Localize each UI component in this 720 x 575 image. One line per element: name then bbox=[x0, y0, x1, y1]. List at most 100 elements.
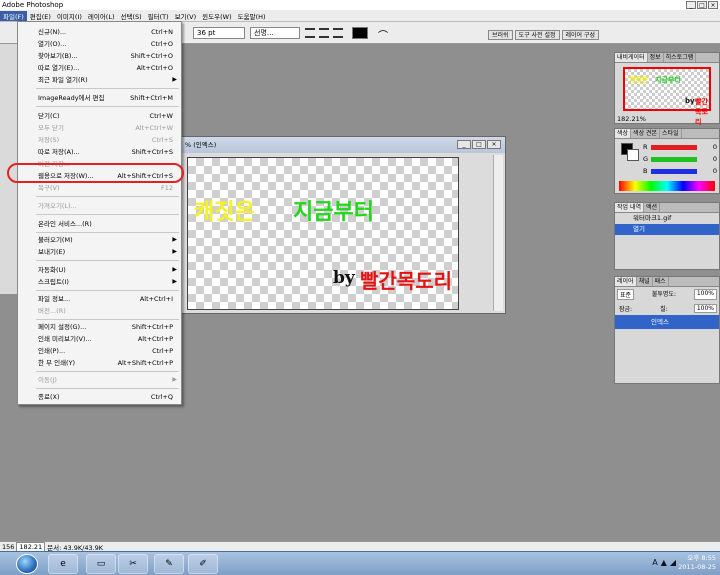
maximize-button[interactable]: □ bbox=[697, 1, 707, 9]
menu-item-file-info[interactable]: 파일 정보... Alt+Ctrl+I bbox=[18, 293, 181, 305]
menu-item-automate[interactable]: 자동화(U) ▶ bbox=[18, 264, 181, 276]
menu-view[interactable]: 보기(V) bbox=[172, 11, 199, 21]
photoshop-icon[interactable]: ✐ bbox=[188, 554, 218, 574]
menu-item-scripts[interactable]: 스크립트(I) ▶ bbox=[18, 276, 181, 288]
align-left-icon[interactable] bbox=[305, 28, 315, 38]
volume-icon[interactable]: ◢ bbox=[670, 558, 676, 567]
menu-item-save-as[interactable]: 따로 저장(A)... Shift+Ctrl+S bbox=[18, 146, 181, 158]
blend-mode-select[interactable]: 표준 bbox=[617, 289, 635, 300]
network-icon[interactable]: ▲ bbox=[661, 558, 667, 567]
font-size-select[interactable]: 36 pt bbox=[193, 27, 245, 39]
paint-icon[interactable]: ✂ bbox=[118, 554, 148, 574]
menu-layer[interactable]: 레이어(L) bbox=[85, 11, 118, 21]
menu-edit[interactable]: 편집(E) bbox=[27, 11, 54, 21]
history-snapshot[interactable]: 워터마크1.gif bbox=[615, 213, 719, 224]
menu-item-edit-imageready[interactable]: ImageReady에서 편집 Shift+Ctrl+M bbox=[18, 92, 181, 104]
document-scrollbar[interactable] bbox=[493, 155, 503, 311]
history-state-open[interactable]: 열기 bbox=[615, 224, 719, 235]
start-button[interactable] bbox=[16, 554, 38, 574]
document-canvas[interactable]: 캐짓은 지금부터 by 빨간목도리 bbox=[187, 157, 459, 310]
menu-item-print[interactable]: 인쇄(P)... Ctrl+P bbox=[18, 345, 181, 357]
menu-filter[interactable]: 필터(T) bbox=[145, 11, 172, 21]
doc-close-button[interactable]: × bbox=[487, 140, 501, 149]
menu-separator bbox=[36, 88, 179, 89]
layers-tabs: 레이어 채널 패스 bbox=[615, 277, 719, 287]
tab-actions[interactable]: 액션 bbox=[644, 203, 661, 212]
menu-image[interactable]: 이미지(I) bbox=[54, 11, 85, 21]
menu-item-print-preview[interactable]: 인쇄 미리보기(V)... Alt+Ctrl+P bbox=[18, 333, 181, 345]
tab-tool-presets[interactable]: 도구 사전 설정 bbox=[514, 30, 560, 40]
clock[interactable]: 오후 8:55 2011-08-25 bbox=[678, 554, 716, 572]
pencil-icon[interactable]: ✎ bbox=[154, 554, 184, 574]
tab-history[interactable]: 작업 내역 bbox=[615, 203, 644, 212]
background-color[interactable] bbox=[627, 149, 639, 161]
menu-item-exit[interactable]: 종료(X) Ctrl+Q bbox=[18, 391, 181, 403]
tab-color[interactable]: 색상 bbox=[615, 129, 632, 138]
tab-navigator[interactable]: 내비게이터 bbox=[615, 53, 648, 62]
menu-separator bbox=[36, 196, 179, 197]
slider-g[interactable] bbox=[651, 156, 697, 162]
menu-item-new[interactable]: 신규(N)... Ctrl+N bbox=[18, 26, 181, 38]
menu-item-browse[interactable]: 찾아보기(B)... Shift+Ctrl+O bbox=[18, 50, 181, 62]
tab-histogram[interactable]: 히스토그램 bbox=[664, 53, 697, 62]
menu-item-save-version[interactable]: 버전 저장... bbox=[18, 158, 181, 170]
tab-layer-comps[interactable]: 레이어 구성 bbox=[561, 30, 600, 40]
menu-file[interactable]: 파일(F) bbox=[0, 10, 27, 21]
navigator-thumbnail[interactable]: 캐짓은 지금부터 by 빨간목도리 bbox=[623, 67, 711, 126]
menu-help[interactable]: 도움말(H) bbox=[235, 11, 269, 21]
menu-item-page-setup[interactable]: 페이지 설정(G)... Shift+Ctrl+P bbox=[18, 321, 181, 333]
tab-brushes[interactable]: 브러쉬 bbox=[488, 30, 513, 40]
antialias-select[interactable]: 선명... bbox=[250, 27, 300, 39]
menu-item-close[interactable]: 닫기(C) Ctrl+W bbox=[18, 110, 181, 122]
menu-window[interactable]: 윈도우(W) bbox=[199, 11, 234, 21]
tab-layers[interactable]: 레이어 bbox=[615, 277, 637, 286]
menu-item-versions[interactable]: 버전...(R) bbox=[18, 305, 181, 317]
menu-item-place[interactable]: 가져오기(L)... bbox=[18, 200, 181, 212]
menu-select[interactable]: 선택(S) bbox=[118, 11, 145, 21]
palette-well: 브러쉬 도구 사전 설정 레이어 구성 bbox=[488, 30, 600, 40]
minimize-button[interactable]: _ bbox=[686, 1, 696, 9]
menu-item-import[interactable]: 불러오기(M) ▶ bbox=[18, 234, 181, 246]
toolbox[interactable] bbox=[0, 44, 18, 294]
layer-item[interactable]: 인덱스 bbox=[615, 315, 719, 329]
menu-item-print-one-copy[interactable]: 한 부 인쇄(Y) Alt+Shift+Ctrl+P bbox=[18, 357, 181, 369]
menu-separator bbox=[36, 106, 179, 107]
ime-icon[interactable]: A bbox=[652, 558, 657, 567]
channel-b: B 0 bbox=[643, 167, 717, 175]
tab-info[interactable]: 정보 bbox=[648, 53, 664, 62]
menu-item-open[interactable]: 열기(O)... Ctrl+O bbox=[18, 38, 181, 50]
menu-item-open-recent[interactable]: 최근 파일 열기(R) ▶ bbox=[18, 74, 181, 86]
menu-item-open-as[interactable]: 따로 열기(E)... Alt+Ctrl+O bbox=[18, 62, 181, 74]
doc-maximize-button[interactable]: □ bbox=[472, 140, 486, 149]
tab-styles[interactable]: 스타일 bbox=[660, 129, 682, 138]
menu-item-close-all[interactable]: 모두 닫기 Alt+Ctrl+W bbox=[18, 122, 181, 134]
text-color-swatch[interactable] bbox=[352, 27, 368, 39]
menu-item-save-for-web[interactable]: 웹용으로 저장(W)... Alt+Shift+Ctrl+S bbox=[18, 170, 181, 182]
menu-item-save[interactable]: 저장(S) Ctrl+S bbox=[18, 134, 181, 146]
canvas-text-author: 빨간목도리 bbox=[360, 269, 452, 293]
system-tray: A ▲ ◢ bbox=[652, 558, 676, 567]
folder-icon[interactable]: ▭ bbox=[86, 554, 116, 574]
menu-separator bbox=[36, 371, 179, 372]
menu-item-online-services[interactable]: 온라인 서비스...(R) bbox=[18, 218, 181, 230]
ie-icon[interactable]: e bbox=[48, 554, 78, 574]
menu-separator bbox=[36, 290, 179, 291]
warp-text-icon[interactable]: ⌒ bbox=[378, 27, 388, 42]
fill-input[interactable]: 100% bbox=[693, 304, 717, 313]
slider-b[interactable] bbox=[651, 168, 697, 174]
align-center-icon[interactable] bbox=[319, 28, 329, 38]
doc-minimize-button[interactable]: _ bbox=[457, 140, 471, 149]
tab-channels[interactable]: 채널 bbox=[637, 277, 653, 286]
tab-swatches[interactable]: 색상 견본 bbox=[631, 129, 661, 138]
menu-item-jump-to[interactable]: 이동(J) ▶ bbox=[18, 374, 181, 386]
status-doc-size[interactable]: 문서: 43.9K/43.9K bbox=[45, 542, 105, 552]
slider-r[interactable] bbox=[651, 144, 697, 150]
opacity-input[interactable]: 100% bbox=[693, 289, 717, 300]
status-zoom[interactable]: 182.21 bbox=[16, 541, 46, 552]
close-button[interactable]: × bbox=[708, 1, 718, 9]
tab-paths[interactable]: 패스 bbox=[653, 277, 669, 286]
color-spectrum[interactable] bbox=[619, 181, 715, 191]
menu-item-revert[interactable]: 복구(V) F12 bbox=[18, 182, 181, 194]
align-right-icon[interactable] bbox=[333, 28, 343, 38]
menu-item-export[interactable]: 보내기(E) ▶ bbox=[18, 246, 181, 258]
